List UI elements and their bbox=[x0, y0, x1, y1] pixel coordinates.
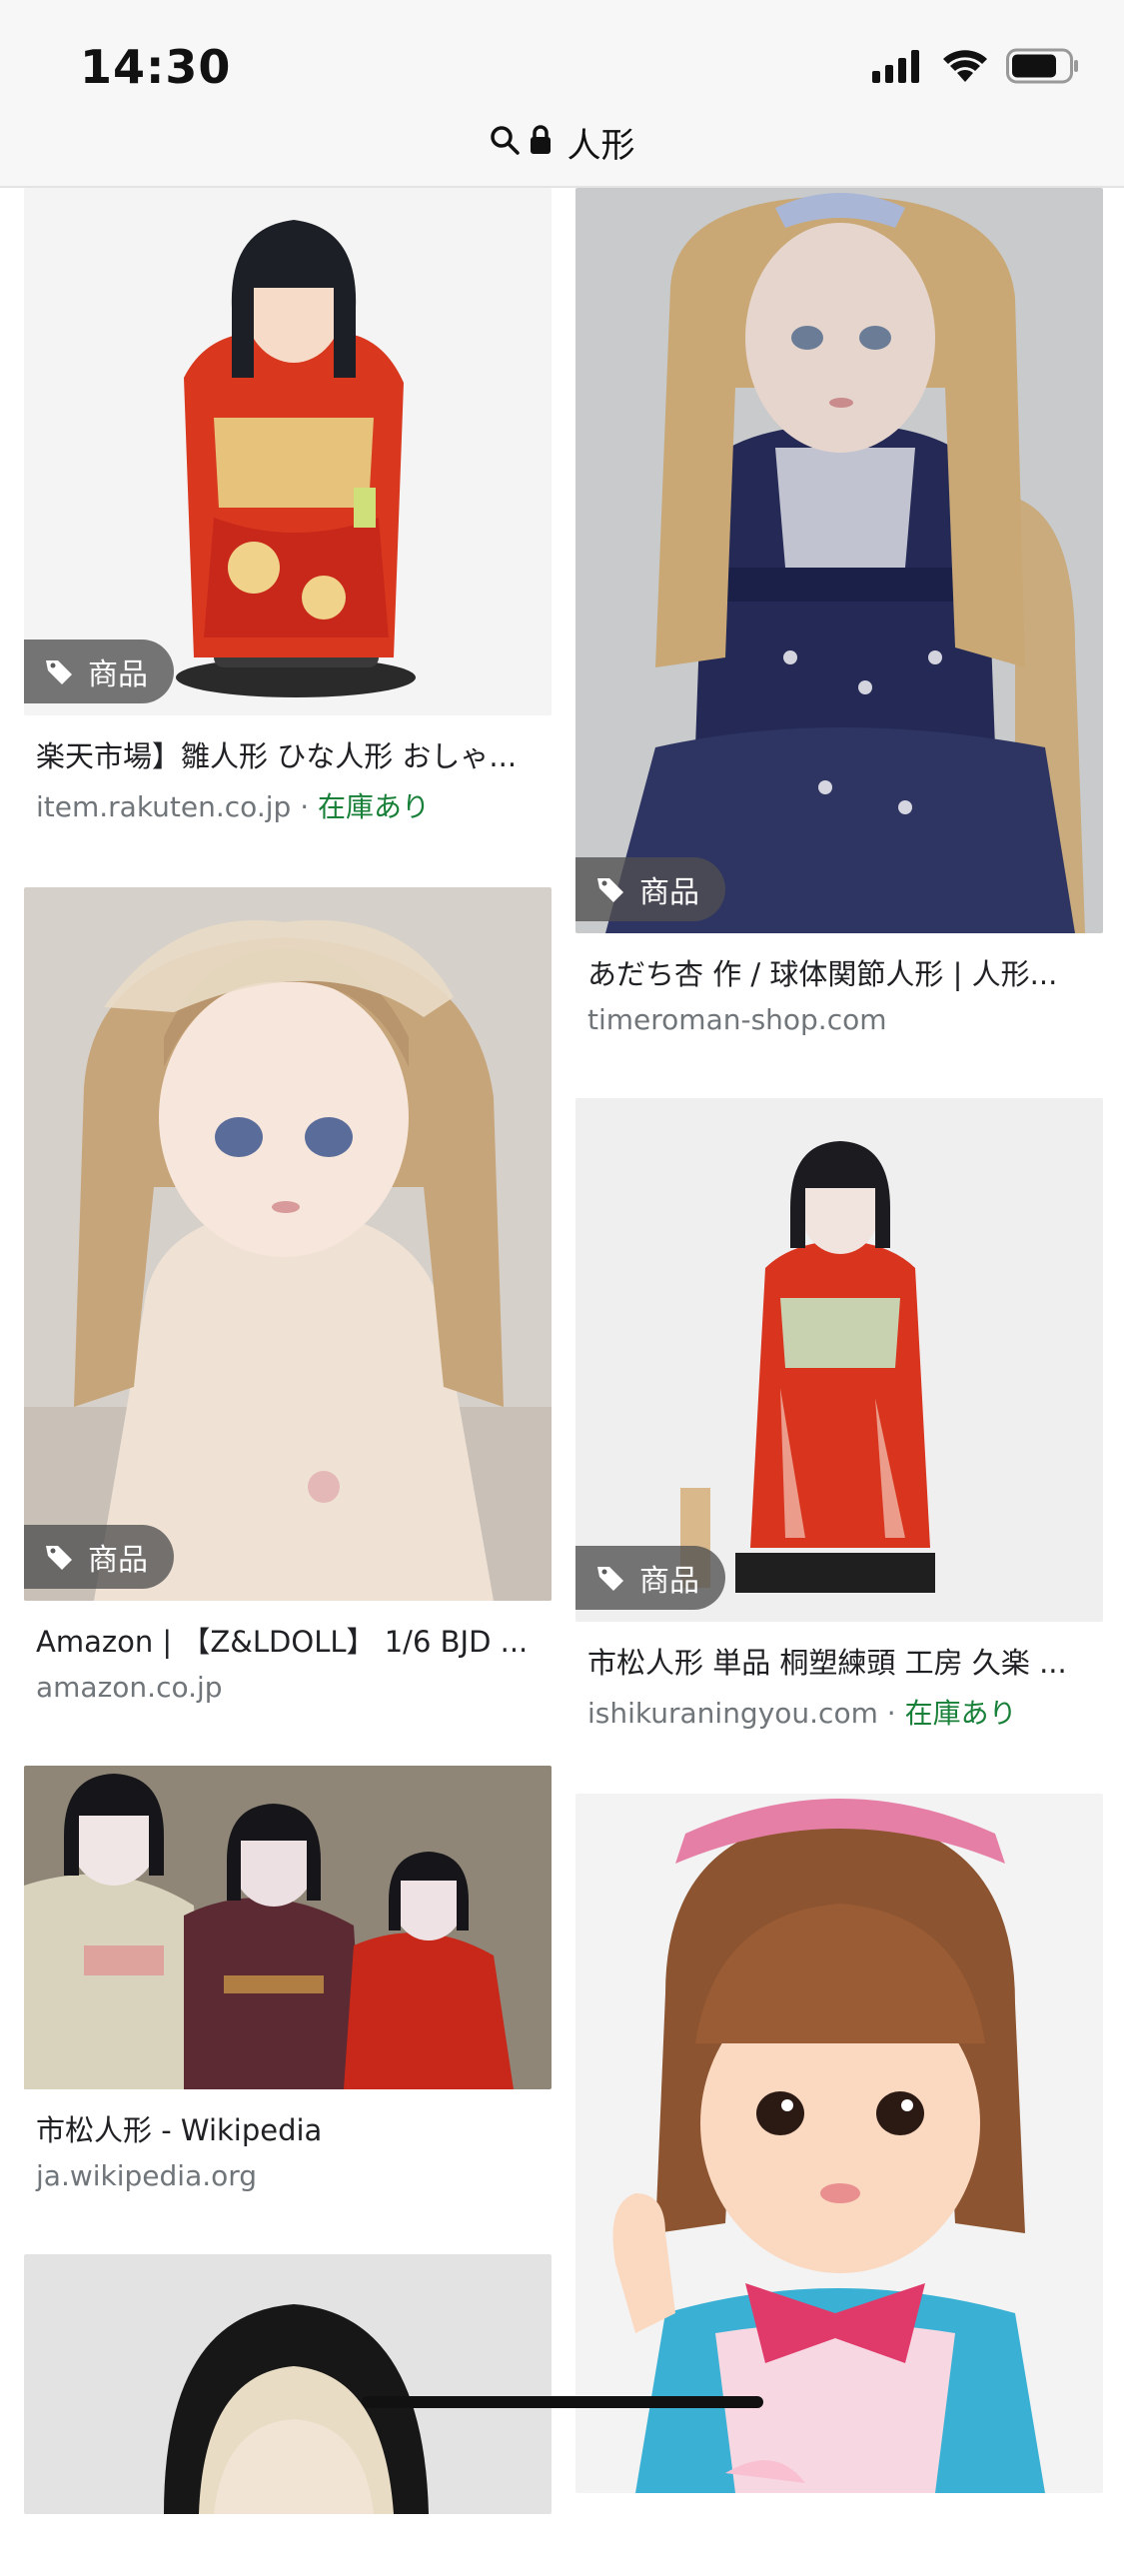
result-card[interactable] bbox=[575, 1794, 1103, 2493]
signal-icon bbox=[872, 49, 924, 87]
result-image[interactable]: 商品 bbox=[24, 188, 552, 715]
results-column-left: 商品 楽天市場】雛人形 ひな人形 おしゃ... item.rakuten.co.… bbox=[24, 188, 552, 2576]
badge-label: 商品 bbox=[88, 657, 148, 692]
stock-status: 在庫あり bbox=[904, 1697, 1017, 1730]
tag-icon bbox=[595, 1563, 625, 1593]
badge-label: 商品 bbox=[639, 875, 699, 910]
result-source: amazon.co.jp bbox=[36, 1671, 552, 1704]
result-card[interactable]: 商品 楽天市場】雛人形 ひな人形 おしゃ... item.rakuten.co.… bbox=[24, 188, 552, 825]
battery-icon bbox=[1006, 48, 1080, 88]
stock-status: 在庫あり bbox=[318, 790, 431, 823]
product-badge: 商品 bbox=[575, 857, 725, 921]
result-title[interactable]: Amazon | 【Z&LDOLL】 1/6 BJD ... bbox=[36, 1619, 546, 1661]
result-image[interactable] bbox=[575, 1794, 1103, 2493]
badge-label: 商品 bbox=[639, 1564, 699, 1599]
home-indicator[interactable] bbox=[362, 2396, 763, 2408]
result-title[interactable]: 市松人形 - Wikipedia bbox=[36, 2107, 546, 2149]
source-separator: · bbox=[886, 1697, 905, 1730]
result-card[interactable]: 市松人形 - Wikipedia ja.wikipedia.org bbox=[24, 1766, 552, 2192]
result-source: ishikuraningyou.com · 在庫あり bbox=[587, 1692, 1103, 1732]
product-badge: 商品 bbox=[575, 1546, 725, 1610]
results-column-right: 商品 あだち杏 作 / 球体関節人形 | 人形... timeroman-sho… bbox=[575, 188, 1103, 2555]
url-bar[interactable]: 人形 bbox=[0, 118, 1124, 166]
result-card[interactable] bbox=[24, 2254, 552, 2514]
result-title[interactable]: 楽天市場】雛人形 ひな人形 おしゃ... bbox=[36, 733, 546, 775]
product-badge: 商品 bbox=[24, 640, 174, 703]
tag-icon bbox=[595, 874, 625, 904]
result-source: ja.wikipedia.org bbox=[36, 2159, 552, 2192]
source-separator: · bbox=[300, 790, 318, 823]
source-domain: ja.wikipedia.org bbox=[36, 2159, 258, 2192]
source-domain: ishikuraningyou.com bbox=[587, 1697, 878, 1730]
search-icon bbox=[490, 125, 520, 159]
badge-label: 商品 bbox=[88, 1543, 148, 1578]
status-icons bbox=[872, 48, 1080, 88]
tag-icon bbox=[44, 1542, 74, 1572]
product-badge: 商品 bbox=[24, 1525, 174, 1589]
result-card[interactable]: 商品 市松人形 単品 桐塑練頭 工房 久楽 ... ishikuraningyo… bbox=[575, 1098, 1103, 1732]
result-image[interactable]: 商品 bbox=[575, 1098, 1103, 1622]
tag-icon bbox=[44, 656, 74, 686]
result-title[interactable]: 市松人形 単品 桐塑練頭 工房 久楽 ... bbox=[587, 1640, 1097, 1682]
result-image[interactable] bbox=[24, 2254, 552, 2514]
top-bar: 14:30 人形 bbox=[0, 0, 1124, 188]
source-domain: item.rakuten.co.jp bbox=[36, 790, 292, 823]
result-card[interactable]: 商品 Amazon | 【Z&LDOLL】 1/6 BJD ... amazon… bbox=[24, 887, 552, 1704]
source-domain: timeroman-shop.com bbox=[587, 1003, 887, 1036]
lock-icon bbox=[530, 125, 552, 159]
source-domain: amazon.co.jp bbox=[36, 1671, 223, 1704]
result-card[interactable]: 商品 あだち杏 作 / 球体関節人形 | 人形... timeroman-sho… bbox=[575, 188, 1103, 1036]
result-source: timeroman-shop.com bbox=[587, 1003, 1103, 1036]
result-image[interactable] bbox=[24, 1766, 552, 2089]
result-source: item.rakuten.co.jp · 在庫あり bbox=[36, 785, 552, 825]
status-time: 14:30 bbox=[80, 40, 232, 94]
result-image[interactable]: 商品 bbox=[575, 188, 1103, 933]
url-query: 人形 bbox=[566, 125, 635, 166]
wifi-icon bbox=[942, 49, 988, 87]
result-image[interactable]: 商品 bbox=[24, 887, 552, 1601]
result-title[interactable]: あだち杏 作 / 球体関節人形 | 人形... bbox=[587, 951, 1097, 993]
